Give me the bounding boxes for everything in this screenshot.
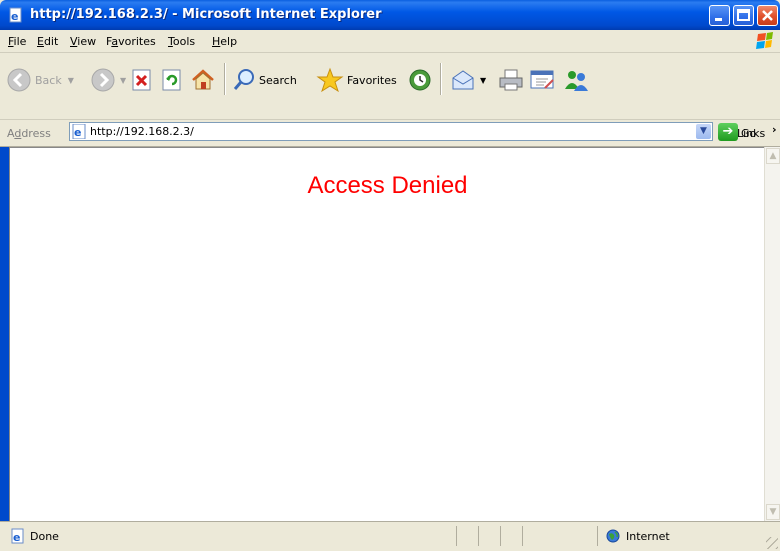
forward-arrow-icon [91, 68, 115, 92]
address-label-key: d [14, 127, 22, 140]
mail-icon [452, 70, 474, 90]
title-bar[interactable]: e http://192.168.2.3/ - Microsoft Intern… [0, 0, 780, 30]
search-button[interactable]: Search [232, 62, 297, 98]
messenger-icon [565, 71, 588, 91]
svg-text:e: e [13, 531, 20, 544]
edit-button[interactable] [528, 62, 556, 98]
menu-file[interactable]: File [8, 35, 26, 48]
status-panel [522, 526, 523, 546]
edit-page-icon [530, 70, 554, 89]
close-icon [762, 10, 773, 21]
search-icon [233, 69, 254, 90]
back-dropdown-icon[interactable]: ▼ [68, 76, 74, 85]
messenger-button[interactable] [562, 62, 590, 98]
scroll-down-icon[interactable]: ▼ [766, 504, 780, 520]
menu-bar: File Edit View Favorites Tools Help [0, 30, 780, 53]
close-button[interactable] [757, 5, 778, 26]
go-button[interactable]: ➔ [718, 123, 738, 141]
forward-dropdown-icon[interactable]: ▼ [120, 76, 126, 85]
address-dropdown-icon[interactable]: ▼ [696, 124, 711, 139]
address-bar: Address e http://192.168.2.3/ ▼ ➔ Go Lin… [0, 119, 780, 147]
standard-toolbar: Back ▼ ▼ Search Favorites ▼ [0, 53, 780, 120]
forward-button[interactable]: ▼ [90, 62, 126, 98]
favorites-label: Favorites [347, 73, 397, 87]
vertical-scrollbar[interactable]: ▲ ▼ [764, 147, 780, 521]
refresh-button[interactable] [160, 62, 184, 98]
svg-text:e: e [74, 126, 81, 139]
maximize-icon [737, 9, 750, 21]
mail-dropdown-icon[interactable]: ▼ [480, 76, 486, 85]
mail-button[interactable]: ▼ [449, 62, 486, 98]
printer-icon [499, 69, 523, 91]
menu-help-post: elp [220, 35, 238, 48]
page-heading: Access Denied [307, 172, 468, 199]
menu-view[interactable]: View [70, 35, 96, 48]
menu-tools-post: ools [172, 35, 196, 48]
status-text: Done [30, 530, 59, 543]
menu-favorites[interactable]: Favorites [106, 35, 156, 48]
ie-page-icon: e [72, 124, 86, 139]
back-label: Back [35, 73, 62, 87]
menu-file-post: ile [13, 35, 27, 48]
menu-edit-key: E [37, 35, 44, 48]
back-button[interactable]: Back ▼ [6, 62, 74, 98]
menu-tools[interactable]: Tools [168, 35, 195, 48]
ie-page-icon: e [9, 7, 22, 23]
windows-logo-icon [756, 32, 773, 49]
back-arrow-icon [7, 68, 31, 92]
minimize-button[interactable] [709, 5, 730, 26]
address-input[interactable]: e http://192.168.2.3/ ▼ [69, 122, 713, 141]
menu-help[interactable]: Help [212, 35, 237, 48]
address-value: http://192.168.2.3/ [90, 125, 194, 138]
menu-edit[interactable]: Edit [37, 35, 58, 48]
scroll-up-icon[interactable]: ▲ [766, 148, 780, 164]
refresh-icon [162, 69, 181, 91]
ie-window: e http://192.168.2.3/ - Microsoft Intern… [0, 0, 780, 551]
links-chevron-icon[interactable]: › [772, 123, 777, 136]
window-left-border [0, 147, 9, 521]
address-label: Address [7, 127, 51, 140]
internet-globe-icon [606, 529, 620, 543]
links-label[interactable]: Links [737, 127, 765, 140]
menu-favorites-post: vorites [118, 35, 156, 48]
status-panel [597, 526, 598, 546]
svg-text:e: e [11, 10, 18, 23]
security-zone: Internet [626, 530, 670, 543]
stop-button[interactable] [130, 62, 154, 98]
window-title: http://192.168.2.3/ - Microsoft Internet… [30, 7, 382, 22]
menu-view-post: iew [77, 35, 97, 48]
maximize-button[interactable] [733, 5, 754, 26]
stop-icon [132, 69, 151, 91]
search-label: Search [259, 73, 297, 87]
status-panel [478, 526, 479, 546]
status-panel [456, 526, 457, 546]
favorites-star-icon [316, 67, 344, 93]
ie-page-icon: e [11, 528, 24, 544]
print-button[interactable] [497, 62, 525, 98]
status-panel [500, 526, 501, 546]
menu-edit-post: dit [43, 35, 59, 48]
page-viewport[interactable]: Access Denied [9, 147, 764, 521]
resize-grip-icon[interactable] [766, 537, 778, 549]
status-bar: e Done Internet [0, 521, 780, 551]
home-button[interactable] [190, 62, 216, 98]
minimize-icon [715, 18, 722, 21]
history-button[interactable] [407, 62, 433, 98]
home-icon [192, 69, 214, 90]
history-icon [409, 69, 431, 91]
favorites-button[interactable]: Favorites [316, 62, 397, 98]
